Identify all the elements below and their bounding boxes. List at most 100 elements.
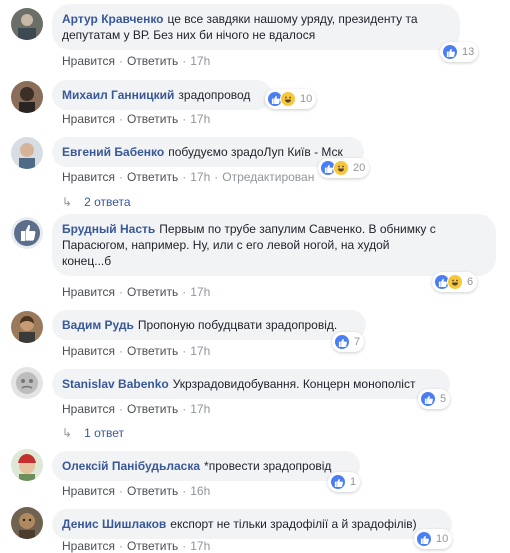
separator: · [118, 112, 123, 126]
separator: · [182, 54, 187, 68]
reaction-summary[interactable]: 6 [432, 272, 478, 292]
comment-text: це все завдяки нашому уряду, президенту … [167, 12, 418, 26]
reaction-count: 10 [300, 93, 313, 105]
comment-actions: Нравится · Ответить · 17h [62, 112, 210, 126]
reaction-summary[interactable]: 13 [440, 42, 479, 62]
comment-author[interactable]: Stanislav Babenko [62, 377, 169, 391]
avatar[interactable] [11, 507, 43, 539]
like-link[interactable]: Нравится [62, 344, 115, 358]
like-link[interactable]: Нравится [62, 112, 115, 126]
comment-bubble: Брудный Насть Первым по трубе запулим Сав… [52, 214, 496, 276]
separator: · [118, 344, 123, 358]
view-replies-link[interactable]: ↳ 2 ответа [62, 195, 131, 209]
reply-link[interactable]: Ответить [127, 402, 178, 416]
comment-text: Укрзрадовидобування. Концерн монополіст [172, 377, 416, 391]
comment-timestamp[interactable]: 17h [190, 112, 210, 126]
separator: · [182, 344, 187, 358]
like-link[interactable]: Нравится [62, 539, 115, 553]
comment-timestamp[interactable]: 17h [190, 285, 210, 299]
thumbs-up-icon [420, 391, 436, 407]
thumbs-up-icon [334, 334, 350, 350]
comment-actions: Нравится · Ответить · 17h [62, 54, 210, 68]
comment-author[interactable]: Денис Шишлаков [62, 517, 166, 531]
comment-text: побудуємо зрадоЛуп Київ - Мск [168, 145, 343, 159]
comment-author[interactable]: Михаил Ганницкий [62, 88, 174, 102]
reaction-summary[interactable]: 7 [332, 332, 365, 352]
reply-link[interactable]: Ответить [127, 344, 178, 358]
separator: · [182, 539, 187, 553]
separator: · [118, 170, 123, 184]
avatar[interactable] [11, 367, 43, 399]
reaction-count: 1 [350, 476, 357, 488]
reaction-count: 5 [440, 393, 447, 405]
comment-author[interactable]: Брудный Насть [62, 222, 155, 236]
separator: · [182, 285, 187, 299]
haha-emoji-icon [280, 91, 296, 107]
comment-author[interactable]: Артур Кравченко [62, 12, 164, 26]
comment-text: Парасюгом, например. Ну, или с его левой… [62, 238, 390, 252]
comment-actions: Нравится · Ответить · 17h [62, 344, 210, 358]
comment-text: депутатам у ВР. Без них би нічого не вда… [62, 28, 316, 42]
separator: · [118, 484, 123, 498]
view-replies-link[interactable]: ↳ 1 ответ [62, 426, 124, 440]
comment-bubble: Артур Кравченко це все завдяки нашому уря… [52, 4, 460, 50]
comment-bubble: Вадим Рудь Пропоную побудцвати зрадопрові… [52, 310, 366, 340]
reply-link[interactable]: Ответить [127, 170, 178, 184]
reaction-summary[interactable]: 10 [265, 89, 317, 109]
avatar[interactable] [11, 217, 43, 249]
comment-author[interactable]: Евгений Бабенко [62, 145, 164, 159]
replies-count[interactable]: 1 ответ [84, 426, 124, 440]
reply-link[interactable]: Ответить [127, 112, 178, 126]
like-link[interactable]: Нравится [62, 285, 115, 299]
comment-author[interactable]: Олексій Панібудьласка [62, 459, 200, 473]
reply-link[interactable]: Ответить [127, 285, 178, 299]
comment-actions: Нравится · Ответить · 16h [62, 484, 210, 498]
comment-timestamp[interactable]: 17h [190, 344, 210, 358]
comment-timestamp[interactable]: 17h [190, 539, 210, 553]
comment-bubble: Денис Шишлаков експорт не тільки зрадофіл… [52, 509, 452, 539]
reaction-count: 6 [467, 276, 474, 288]
edited-label[interactable]: Отредактирован [222, 170, 314, 184]
avatar[interactable] [11, 311, 43, 343]
like-link[interactable]: Нравится [62, 170, 115, 184]
reaction-count: 13 [462, 46, 475, 58]
reply-link[interactable]: Ответить [127, 484, 178, 498]
reply-link[interactable]: Ответить [127, 54, 178, 68]
comment-bubble: Михаил Ганницкий зрадопровод [52, 80, 272, 110]
reaction-summary[interactable]: 10 [414, 529, 453, 549]
avatar[interactable] [11, 449, 43, 481]
reply-link[interactable]: Ответить [127, 539, 178, 553]
reaction-summary[interactable]: 5 [418, 389, 451, 409]
reply-arrow-icon: ↳ [62, 426, 73, 440]
comment-text: експорт не тільки зрадофілії а й зрадофі… [170, 517, 417, 531]
comment-text: конец...б [62, 254, 112, 268]
comment-timestamp[interactable]: 17h [190, 170, 210, 184]
avatar[interactable] [11, 137, 43, 169]
reaction-summary[interactable]: 20 [318, 158, 370, 178]
comment-text: Первым по трубе запулим Савченко. В обни… [159, 222, 436, 236]
reaction-summary[interactable]: 1 [328, 472, 361, 492]
like-link[interactable]: Нравится [62, 402, 115, 416]
thumbs-up-icon [416, 531, 432, 547]
comment-timestamp[interactable]: 17h [190, 402, 210, 416]
comment-timestamp[interactable]: 16h [190, 484, 210, 498]
separator: · [118, 402, 123, 416]
comment-actions: Нравится · Ответить · 17h · Отредактирован [62, 170, 314, 184]
avatar[interactable] [11, 8, 43, 40]
comment-text: зрадопровод [178, 88, 251, 102]
like-link[interactable]: Нравится [62, 54, 115, 68]
reaction-count: 20 [353, 162, 366, 174]
reply-arrow-icon: ↳ [62, 195, 73, 209]
haha-emoji-icon [333, 160, 349, 176]
like-link[interactable]: Нравится [62, 484, 115, 498]
avatar[interactable] [11, 81, 43, 113]
comment-text: Пропоную побудцвати зрадопровід. [137, 318, 338, 332]
separator: · [214, 170, 219, 184]
comment-timestamp[interactable]: 17h [190, 54, 210, 68]
separator: · [118, 285, 123, 299]
comment-author[interactable]: Вадим Рудь [62, 318, 134, 332]
separator: · [118, 539, 123, 553]
separator: · [182, 170, 187, 184]
replies-count[interactable]: 2 ответа [84, 195, 130, 209]
comment-bubble: Stanislav Babenko Укрзрадовидобування. Ко… [52, 369, 450, 399]
